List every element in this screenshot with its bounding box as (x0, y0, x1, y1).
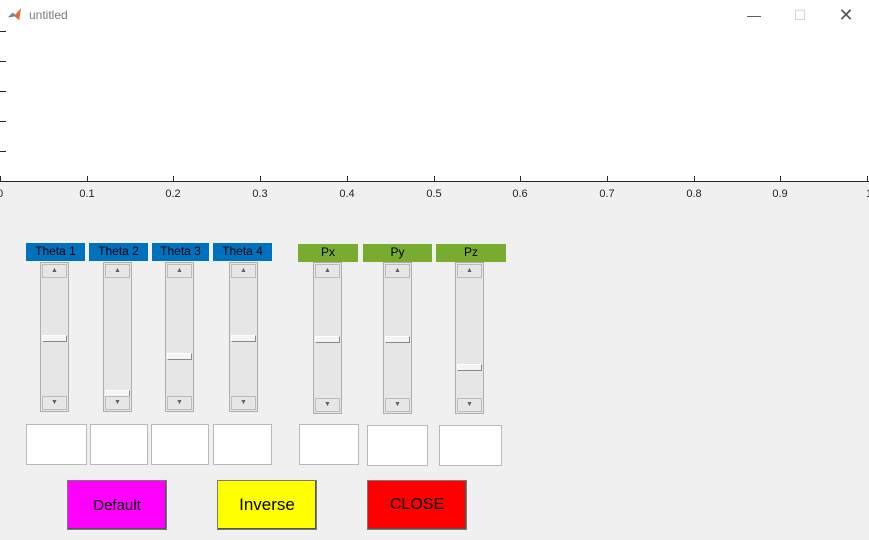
x-tick (694, 176, 695, 181)
slider-thumb[interactable] (42, 335, 67, 342)
theta4-label: Theta 4 (213, 243, 272, 261)
y-tick (0, 61, 6, 62)
matlab-logo-icon (7, 7, 22, 22)
slider-up-arrow-icon[interactable]: ▲ (315, 264, 340, 278)
window-titlebar: untitled — ☐ ✕ (0, 0, 869, 30)
x-tick-label: 0.2 (165, 188, 181, 200)
y-tick (0, 121, 6, 122)
x-tick (520, 176, 521, 181)
slider-up-arrow-icon[interactable]: ▲ (42, 264, 67, 278)
slider-up-arrow-icon[interactable]: ▲ (231, 264, 256, 278)
slider-up-arrow-icon[interactable]: ▲ (385, 264, 410, 278)
theta4-edit[interactable] (213, 424, 272, 465)
x-tick-label: 0.1 (79, 188, 95, 200)
inverse-button[interactable]: Inverse (217, 480, 317, 530)
minimize-button[interactable]: — (731, 0, 777, 30)
theta1-slider[interactable]: ▲ ▼ (40, 262, 69, 412)
slider-thumb[interactable] (231, 335, 256, 342)
x-tick-label: 0 (0, 188, 4, 200)
pz-label: Pz (436, 244, 506, 262)
px-edit[interactable] (299, 424, 359, 465)
x-tick (434, 176, 435, 181)
x-tick-label: 0.6 (512, 188, 528, 200)
slider-thumb[interactable] (385, 336, 410, 343)
slider-thumb[interactable] (457, 364, 482, 371)
x-tick-label: 0.9 (772, 188, 788, 200)
py-slider[interactable]: ▲ ▼ (383, 262, 412, 414)
x-tick (260, 176, 261, 181)
slider-thumb[interactable] (315, 336, 340, 343)
theta1-label: Theta 1 (26, 243, 85, 261)
y-tick (0, 31, 6, 32)
x-axis-line (0, 181, 869, 182)
x-tick-label: 0.7 (599, 188, 615, 200)
maximize-button[interactable]: ☐ (777, 0, 823, 30)
x-tick-label: 0.8 (686, 188, 702, 200)
slider-thumb[interactable] (167, 353, 192, 360)
theta4-slider[interactable]: ▲ ▼ (229, 262, 258, 412)
slider-up-arrow-icon[interactable]: ▲ (457, 264, 482, 278)
slider-down-arrow-icon[interactable]: ▼ (105, 396, 130, 410)
x-tick (87, 176, 88, 181)
theta2-label: Theta 2 (89, 243, 148, 261)
theta3-slider[interactable]: ▲ ▼ (165, 262, 194, 412)
theta2-edit[interactable] (90, 424, 148, 465)
x-tick (0, 176, 1, 181)
theta3-label: Theta 3 (152, 243, 209, 261)
slider-down-arrow-icon[interactable]: ▼ (385, 398, 410, 412)
x-tick-label: 0.4 (339, 188, 355, 200)
pz-slider[interactable]: ▲ ▼ (455, 262, 484, 414)
x-tick (173, 176, 174, 181)
py-edit[interactable] (367, 425, 428, 466)
close-window-button[interactable]: ✕ (823, 0, 869, 30)
theta3-edit[interactable] (151, 424, 209, 465)
x-tick (607, 176, 608, 181)
theta1-edit[interactable] (26, 424, 87, 465)
pz-edit[interactable] (439, 425, 502, 466)
slider-down-arrow-icon[interactable]: ▼ (315, 398, 340, 412)
px-label: Px (298, 244, 358, 262)
slider-down-arrow-icon[interactable]: ▼ (167, 396, 192, 410)
theta2-slider[interactable]: ▲ ▼ (103, 262, 132, 412)
default-button[interactable]: Default (67, 480, 167, 530)
window-title: untitled (29, 8, 68, 22)
slider-up-arrow-icon[interactable]: ▲ (105, 264, 130, 278)
py-label: Py (363, 244, 432, 262)
plot-axes[interactable] (0, 30, 869, 182)
slider-down-arrow-icon[interactable]: ▼ (231, 396, 256, 410)
x-tick-label: 0.3 (252, 188, 268, 200)
x-tick (867, 176, 868, 181)
slider-down-arrow-icon[interactable]: ▼ (42, 396, 67, 410)
x-tick-label: 0.5 (426, 188, 442, 200)
slider-up-arrow-icon[interactable]: ▲ (167, 264, 192, 278)
close-button[interactable]: CLOSE (367, 480, 467, 530)
slider-down-arrow-icon[interactable]: ▼ (457, 398, 482, 412)
x-tick (347, 176, 348, 181)
px-slider[interactable]: ▲ ▼ (313, 262, 342, 414)
y-tick (0, 151, 6, 152)
x-tick (780, 176, 781, 181)
y-tick (0, 91, 6, 92)
